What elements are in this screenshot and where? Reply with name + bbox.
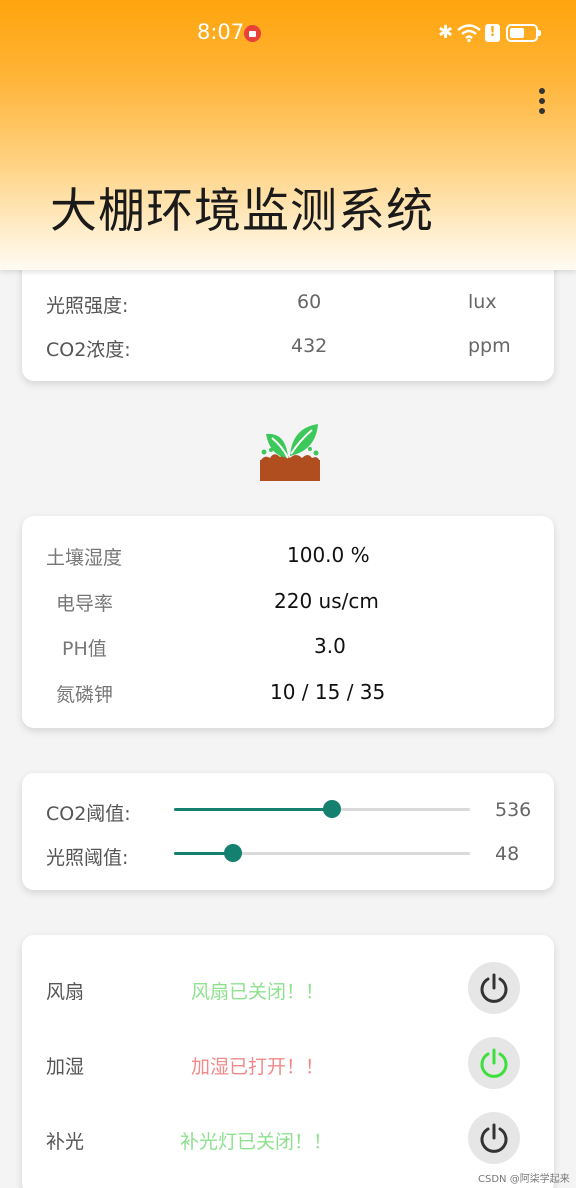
- power-icon: [480, 1048, 508, 1078]
- light-intensity-unit: lux: [468, 291, 497, 313]
- device-control-card: 风扇 风扇已关闭！！ 加湿 加湿已打开！！ 补光 补光灯已关闭！！: [22, 935, 554, 1188]
- status-time: 8:07: [197, 20, 245, 44]
- light-intensity-label: 光照强度:: [46, 295, 129, 317]
- battery-icon: [506, 24, 541, 42]
- power-icon: [480, 1123, 508, 1153]
- wifi-icon: [457, 24, 481, 42]
- humidify-status: 加湿已打开！！: [191, 1056, 325, 1078]
- co2-threshold-slider-thumb[interactable]: [323, 800, 341, 818]
- npk-label: 氮磷钾: [56, 684, 114, 706]
- threshold-card: CO2阈值: 536 光照阈值: 48: [22, 773, 554, 890]
- plant-soil-icon: [260, 424, 320, 481]
- app-header: 8:07 ✱ ! 大棚环境监测系统: [0, 0, 576, 270]
- fan-status: 风扇已关闭！！: [191, 981, 325, 1003]
- co2-threshold-label: CO2阈值:: [46, 803, 131, 825]
- co2-threshold-slider-fill: [174, 808, 332, 811]
- light-threshold-value: 48: [495, 843, 520, 865]
- fill-light-power-button[interactable]: [468, 1112, 520, 1164]
- humidify-label: 加湿: [46, 1056, 85, 1078]
- light-intensity-value: 60: [297, 291, 322, 313]
- soil-humidity-value: 100.0 %: [287, 543, 370, 567]
- light-threshold-slider-thumb[interactable]: [224, 844, 242, 862]
- co2-threshold-value: 536: [495, 799, 532, 821]
- ph-label: PH值: [62, 638, 107, 660]
- humidify-power-button[interactable]: [468, 1037, 520, 1089]
- soil-humidity-label: 土壤湿度: [46, 547, 123, 569]
- more-vert-icon[interactable]: [532, 88, 552, 118]
- power-icon: [480, 973, 508, 1003]
- fill-light-status: 补光灯已关闭！！: [180, 1131, 333, 1153]
- fan-power-button[interactable]: [468, 962, 520, 1014]
- co2-value: 432: [291, 335, 328, 357]
- conductivity-value: 220 us/cm: [274, 589, 379, 613]
- ph-value: 3.0: [314, 634, 346, 658]
- light-threshold-label: 光照阈值:: [46, 847, 129, 869]
- status-bar: 8:07 ✱ !: [0, 0, 576, 66]
- fill-light-label: 补光: [46, 1131, 85, 1153]
- recording-indicator-icon: [244, 25, 261, 42]
- co2-unit: ppm: [468, 335, 511, 357]
- soil-card: 土壤湿度 100.0 % 电导率 220 us/cm PH值 3.0 氮磷钾 1…: [22, 516, 554, 728]
- page-title: 大棚环境监测系统: [50, 184, 434, 239]
- alert-icon: !: [485, 24, 500, 42]
- fan-label: 风扇: [46, 981, 85, 1003]
- co2-label: CO2浓度:: [46, 339, 131, 361]
- npk-value: 10 / 15 / 35: [270, 680, 386, 704]
- bluetooth-icon: ✱: [438, 22, 454, 43]
- watermark: CSDN @阿柒学起来: [478, 1174, 570, 1185]
- conductivity-label: 电导率: [56, 593, 114, 615]
